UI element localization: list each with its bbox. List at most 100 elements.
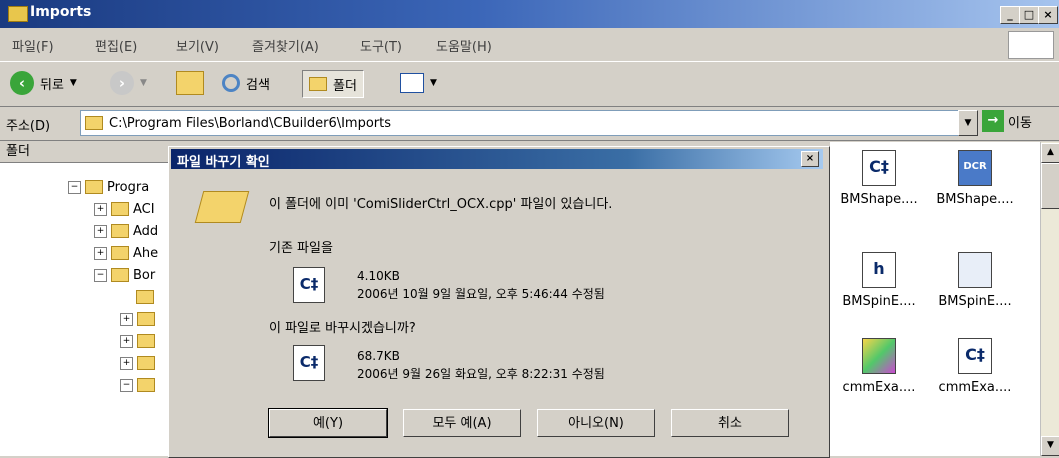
address-bar: 주소(D) C:\Program Files\Borland\CBuilder6… bbox=[0, 106, 1059, 141]
expand-icon[interactable]: + bbox=[94, 202, 107, 216]
close-button[interactable]: × bbox=[1038, 6, 1058, 24]
new-file-size: 68.7KB bbox=[357, 349, 400, 363]
scroll-down-button[interactable]: ▼ bbox=[1041, 436, 1059, 456]
tree-item[interactable]: − Progra bbox=[68, 176, 158, 198]
folder-icon bbox=[85, 180, 103, 194]
palette-icon bbox=[862, 338, 896, 374]
folder-icon bbox=[111, 246, 129, 260]
address-label: 주소(D) bbox=[6, 119, 51, 134]
forward-button[interactable]: › ▼ bbox=[110, 70, 147, 96]
address-dropdown-button[interactable]: ▼ bbox=[958, 110, 978, 136]
replace-question: 이 파일로 바꾸시겠습니까? bbox=[269, 321, 416, 336]
yes-to-all-button[interactable]: 모두 예(A) bbox=[403, 409, 521, 437]
folder-replace-icon bbox=[194, 191, 250, 223]
menu-favorites[interactable]: 즐겨찾기(A) bbox=[252, 36, 319, 55]
search-icon bbox=[222, 74, 240, 92]
address-input[interactable]: C:\Program Files\Borland\CBuilder6\Impor… bbox=[80, 110, 966, 136]
tree-item-label: Bor bbox=[133, 267, 156, 283]
file-item[interactable]: h BMSpinE.... bbox=[834, 252, 924, 309]
file-item[interactable]: C‡ cmmExa.... bbox=[930, 338, 1020, 395]
menu-bar: 파일(F) 편집(E) 보기(V) 즐겨찾기(A) 도구(T) 도움말(H) bbox=[0, 29, 1059, 59]
file-item[interactable]: cmmExa.... bbox=[834, 338, 924, 395]
folder-icon bbox=[8, 6, 28, 22]
dialog-title: 파일 바꾸기 확인 bbox=[177, 155, 270, 170]
menu-view[interactable]: 보기(V) bbox=[176, 36, 219, 55]
menu-edit[interactable]: 편집(E) bbox=[95, 36, 137, 55]
up-folder-button[interactable] bbox=[176, 70, 204, 96]
menu-help[interactable]: 도움말(H) bbox=[436, 36, 492, 55]
no-button[interactable]: 아니오(N) bbox=[537, 409, 655, 437]
cpp-icon: C‡ bbox=[293, 345, 325, 381]
expand-icon[interactable]: + bbox=[120, 312, 133, 326]
h-icon: h bbox=[862, 252, 896, 288]
folder-icon bbox=[137, 334, 155, 348]
dialog-message: 이 폴더에 이미 'ComiSliderCtrl_OCX.cpp' 파일이 있습… bbox=[269, 197, 613, 212]
tree-item[interactable]: + bbox=[120, 308, 158, 330]
collapse-icon[interactable]: − bbox=[94, 268, 107, 282]
back-arrow-icon: ‹ bbox=[10, 71, 34, 95]
minimize-button[interactable]: _ bbox=[1000, 6, 1020, 24]
maximize-button[interactable]: □ bbox=[1019, 6, 1039, 24]
dialog-title-bar: 파일 바꾸기 확인 × bbox=[171, 149, 823, 170]
menu-file[interactable]: 파일(F) bbox=[12, 36, 54, 55]
tree-item[interactable]: + bbox=[120, 330, 158, 352]
folder-icon bbox=[137, 312, 155, 326]
existing-file-size: 4.10KB bbox=[357, 269, 400, 283]
cpp-icon: C‡ bbox=[958, 338, 992, 374]
address-value: C:\Program Files\Borland\CBuilder6\Impor… bbox=[109, 115, 392, 131]
folder-icon bbox=[111, 224, 129, 238]
tree-item[interactable]: + bbox=[120, 352, 158, 374]
go-label: 이동 bbox=[1008, 115, 1032, 131]
toolbar: ‹ 뒤로 ▼ › ▼ 검색 폴더 ▼ bbox=[0, 61, 1059, 107]
scrollbar-thumb[interactable] bbox=[1041, 163, 1059, 209]
go-button[interactable]: → 이동 bbox=[982, 110, 1032, 132]
tree-item-label: Progra bbox=[107, 179, 150, 195]
tree-item-label: ACI bbox=[133, 201, 155, 217]
collapse-icon[interactable]: − bbox=[68, 180, 81, 194]
tree-item[interactable]: + ACI bbox=[94, 198, 158, 220]
views-icon bbox=[400, 73, 424, 93]
back-label: 뒤로 bbox=[40, 77, 64, 93]
expand-icon[interactable]: + bbox=[120, 356, 133, 370]
tree-item[interactable]: − Bor bbox=[94, 264, 158, 286]
collapse-icon[interactable]: − bbox=[120, 378, 133, 392]
tree-item[interactable] bbox=[136, 286, 158, 308]
folder-icon bbox=[85, 116, 103, 130]
folder-icon bbox=[137, 356, 155, 370]
file-item[interactable]: DCR BMShape.... bbox=[930, 150, 1020, 207]
folders-button[interactable]: 폴더 bbox=[302, 70, 364, 98]
file-item[interactable]: BMSpinE.... bbox=[930, 252, 1020, 309]
cancel-button[interactable]: 취소 bbox=[671, 409, 789, 437]
scroll-up-button[interactable]: ▲ bbox=[1041, 143, 1059, 163]
tree-item-label: Ahe bbox=[133, 245, 159, 261]
tree-item[interactable]: + Add bbox=[94, 220, 158, 242]
folder-icon bbox=[137, 378, 155, 392]
file-item[interactable]: C‡ BMShape.... bbox=[834, 150, 924, 207]
file-name: BMShape.... bbox=[840, 192, 918, 207]
expand-icon[interactable]: + bbox=[94, 224, 107, 238]
back-button[interactable]: ‹ 뒤로 ▼ bbox=[10, 70, 77, 96]
cpp-icon: C‡ bbox=[293, 267, 325, 303]
menu-tools[interactable]: 도구(T) bbox=[360, 36, 402, 55]
yes-button[interactable]: 예(Y) bbox=[268, 408, 388, 438]
tree-item[interactable]: − bbox=[120, 374, 158, 396]
views-button[interactable]: ▼ bbox=[400, 70, 437, 96]
tree: − Progra + ACI + Add + Ahe − Bor + + + − bbox=[68, 176, 158, 396]
expand-icon[interactable]: + bbox=[94, 246, 107, 260]
folder-icon bbox=[136, 290, 154, 304]
folders-label: 폴더 bbox=[333, 78, 357, 94]
expand-icon[interactable]: + bbox=[120, 334, 133, 348]
file-list: C‡ BMShape.... DCR BMShape.... h BMSpinE...… bbox=[830, 142, 1059, 456]
chevron-down-icon: ▼ bbox=[69, 78, 77, 88]
up-folder-icon bbox=[176, 71, 204, 95]
chevron-down-icon: ▼ bbox=[430, 78, 437, 88]
go-arrow-icon: → bbox=[982, 110, 1004, 132]
file-name: BMSpinE.... bbox=[938, 294, 1012, 309]
dcr-icon: DCR bbox=[958, 150, 992, 186]
search-button[interactable]: 검색 bbox=[222, 70, 270, 96]
dialog-close-button[interactable]: × bbox=[801, 151, 819, 167]
file-name: BMShape.... bbox=[936, 192, 1014, 207]
search-label: 검색 bbox=[246, 77, 270, 93]
cpp-icon: C‡ bbox=[862, 150, 896, 186]
tree-item[interactable]: + Ahe bbox=[94, 242, 158, 264]
